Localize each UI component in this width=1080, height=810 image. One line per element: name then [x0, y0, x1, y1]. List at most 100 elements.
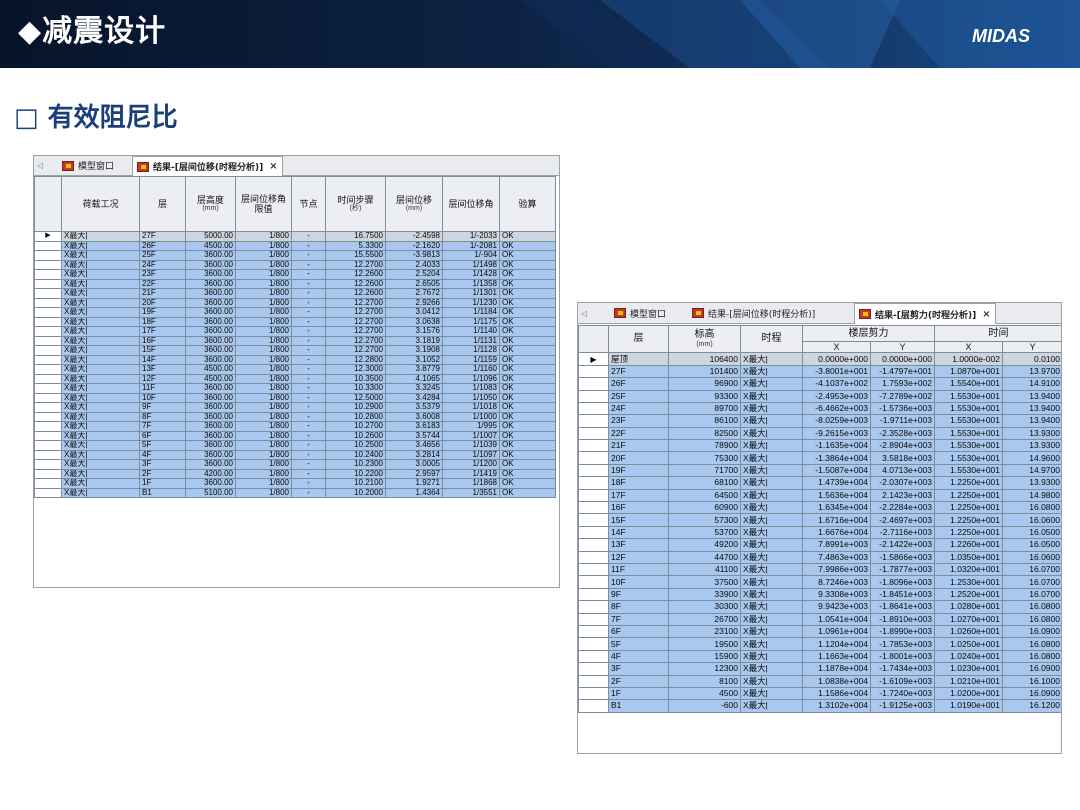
- tab-model-window[interactable]: 模型窗口: [610, 303, 666, 323]
- table-row[interactable]: ▶ X最大| 27F 5000.00 1/800-16.7500 -2.4598 1/-20…: [34, 231, 556, 242]
- table-cell[interactable]: 10F: [139, 392, 186, 403]
- table-cell[interactable]: 3.6183: [385, 421, 443, 432]
- table-cell[interactable]: 1.5530e+001: [934, 389, 1003, 403]
- row-selector[interactable]: [34, 316, 62, 327]
- table-cell[interactable]: X最大|: [740, 401, 803, 416]
- table-cell[interactable]: 16.0700: [1002, 587, 1061, 602]
- table-cell[interactable]: X最大|: [740, 674, 803, 688]
- row-selector[interactable]: [34, 421, 62, 432]
- row-selector[interactable]: [34, 307, 62, 318]
- table-cell[interactable]: X最大|: [61, 487, 140, 498]
- table-cell[interactable]: 1.5530e+001: [934, 426, 1003, 441]
- row-selector[interactable]: [578, 389, 609, 403]
- table-cell[interactable]: X最大|: [61, 307, 140, 318]
- table-cell[interactable]: X最大|: [61, 402, 140, 413]
- table-cell[interactable]: 1.2250e+001: [934, 501, 1003, 515]
- row-selector[interactable]: [578, 451, 609, 465]
- table-row[interactable]: 27F 101400 X最大| -3.8001e+001 -1.4797e+001 1.0…: [578, 364, 1061, 379]
- table-cell[interactable]: 9.9423e+003: [802, 600, 871, 614]
- table-cell[interactable]: 19F: [608, 463, 669, 478]
- table-row[interactable]: 14F 53700 X最大| 1.6676e+004 -2.7116e+003 1.225…: [578, 525, 1061, 540]
- table-cell[interactable]: X最大|: [61, 430, 140, 441]
- table-cell[interactable]: 1.0961e+004: [802, 624, 871, 639]
- table-cell[interactable]: X最大|: [740, 587, 803, 602]
- column-header[interactable]: 荷载工况: [61, 176, 140, 232]
- table-cell[interactable]: X最大|: [61, 345, 140, 356]
- table-cell[interactable]: 1/3551: [442, 487, 500, 498]
- row-selector-header[interactable]: [578, 324, 609, 354]
- table-cell[interactable]: 16.0800: [1002, 649, 1061, 664]
- table-cell[interactable]: -2.1422e+003: [870, 538, 935, 552]
- table-cell[interactable]: 1/800: [235, 373, 292, 384]
- table-cell[interactable]: -2.4598: [385, 231, 443, 242]
- table-cell[interactable]: -4.1037e+002: [802, 377, 871, 391]
- table-cell[interactable]: 12.2700: [325, 297, 386, 308]
- table-row[interactable]: X最大| 3F 3600.00 1/800-10.2300 3.0005 1/1200 OK: [34, 459, 556, 470]
- table-cell[interactable]: X最大|: [740, 550, 803, 565]
- table-cell[interactable]: 1/800: [235, 383, 292, 394]
- table-cell[interactable]: 4.1065: [385, 373, 443, 384]
- table-cell[interactable]: 7F: [139, 421, 186, 432]
- table-cell[interactable]: 1.2520e+001: [934, 587, 1003, 602]
- table-cell[interactable]: 3600.00: [185, 430, 236, 441]
- table-cell[interactable]: 16.1000: [1002, 674, 1061, 688]
- table-cell[interactable]: 19500: [668, 637, 741, 651]
- table-cell[interactable]: 2.6505: [385, 278, 443, 289]
- table-row[interactable]: 7F 26700 X最大| 1.0541e+004 -1.8910e+003 1.0270…: [578, 612, 1061, 626]
- table-cell[interactable]: 1/800: [235, 316, 292, 327]
- table-cell[interactable]: X最大|: [740, 525, 803, 540]
- table-cell[interactable]: 10.3300: [325, 383, 386, 394]
- table-row[interactable]: 1F 4500 X最大| 1.1586e+004 -1.7240e+003 1.0200e…: [578, 686, 1061, 701]
- table-cell[interactable]: X最大|: [740, 699, 803, 713]
- table-cell[interactable]: OK: [499, 440, 556, 451]
- table-cell[interactable]: 25F: [608, 389, 669, 403]
- row-selector[interactable]: [578, 550, 609, 565]
- table-cell[interactable]: 22F: [608, 426, 669, 441]
- table-cell[interactable]: 15900: [668, 649, 741, 664]
- table-cell[interactable]: 1/1131: [442, 335, 500, 346]
- table-cell[interactable]: 1/1096: [442, 373, 500, 384]
- tab-scroll-left-icon[interactable]: ◁: [37, 161, 43, 170]
- table-row[interactable]: X最大| 23F 3600.00 1/800-12.2600 2.5204 1/1428 O…: [34, 269, 556, 280]
- table-cell[interactable]: 21F: [608, 439, 669, 453]
- table-cell[interactable]: X最大|: [740, 439, 803, 453]
- tab-story-drift-results[interactable]: 结果-[层间位移(时程分析)]: [688, 303, 815, 323]
- column-header[interactable]: Y: [1002, 340, 1061, 354]
- table-cell[interactable]: 17F: [608, 488, 669, 503]
- table-cell[interactable]: 1/800: [235, 354, 292, 365]
- table-cell[interactable]: 37500: [668, 575, 741, 589]
- table-cell[interactable]: X最大|: [61, 288, 140, 299]
- table-row[interactable]: X最大| 2F 4200.00 1/800-10.2200 2.9597 1/1419 OK: [34, 468, 556, 479]
- table-cell[interactable]: 1.5530e+001: [934, 401, 1003, 416]
- table-cell[interactable]: 23F: [139, 269, 186, 280]
- table-cell[interactable]: 14F: [139, 354, 186, 365]
- table-cell[interactable]: -6.4662e+003: [802, 401, 871, 416]
- table-row[interactable]: X最大| 13F 4500.00 1/800-12.3000 3.8779 1/1160 O…: [34, 364, 556, 375]
- row-selector[interactable]: [578, 600, 609, 614]
- row-selector[interactable]: [578, 513, 609, 527]
- table-cell[interactable]: 16.0600: [1002, 513, 1061, 527]
- table-cell[interactable]: 89700: [668, 401, 741, 416]
- table-cell[interactable]: -1.8451e+003: [870, 587, 935, 602]
- table-cell[interactable]: 1/800: [235, 402, 292, 413]
- table-cell[interactable]: X最大|: [61, 259, 140, 270]
- table-cell[interactable]: -1.5087e+004: [802, 463, 871, 478]
- column-header[interactable]: 节点: [291, 176, 326, 232]
- table-cell[interactable]: OK: [499, 278, 556, 289]
- column-group-header[interactable]: 楼层剪力: [802, 325, 935, 342]
- table-row[interactable]: 19F 71700 X最大| -1.5087e+004 4.0713e+003 1.553…: [578, 463, 1061, 478]
- table-row[interactable]: X最大| 16F 3600.00 1/800-12.2700 3.1819 1/1131 O…: [34, 335, 556, 346]
- table-cell[interactable]: 1/1419: [442, 468, 500, 479]
- table-cell[interactable]: X最大|: [61, 269, 140, 280]
- table-cell[interactable]: -1.7240e+003: [870, 686, 935, 701]
- table-cell[interactable]: -3.9813: [385, 250, 443, 261]
- table-cell[interactable]: 4500: [668, 686, 741, 701]
- table-cell[interactable]: -: [291, 288, 326, 299]
- table-cell[interactable]: 18F: [139, 316, 186, 327]
- table-cell[interactable]: 27F: [139, 231, 186, 242]
- row-selector[interactable]: [578, 612, 609, 626]
- table-cell[interactable]: -: [291, 440, 326, 451]
- table-cell[interactable]: 1/1007: [442, 430, 500, 441]
- table-cell[interactable]: 53700: [668, 525, 741, 540]
- table-cell[interactable]: 3600.00: [185, 326, 236, 337]
